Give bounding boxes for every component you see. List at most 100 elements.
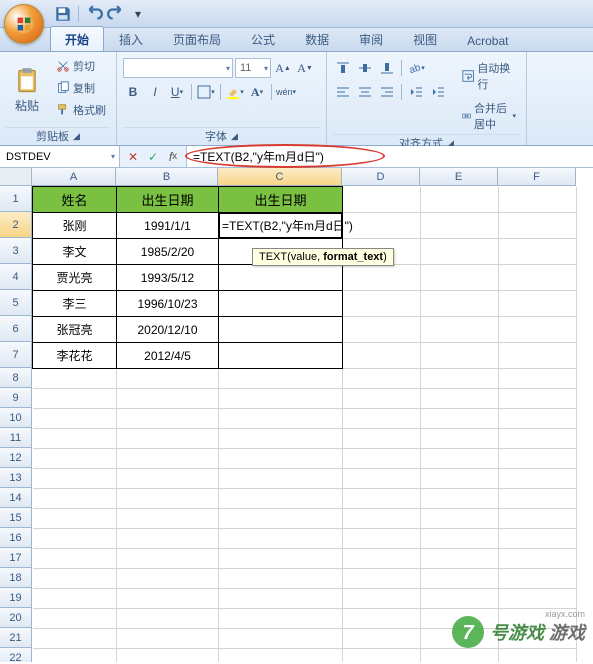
cell-A5[interactable]: 李三 — [33, 291, 117, 317]
row-header-19[interactable]: 19 — [0, 588, 32, 608]
cell-D5[interactable] — [343, 291, 421, 317]
cell-C8[interactable] — [219, 369, 343, 389]
row-header-20[interactable]: 20 — [0, 608, 32, 628]
copy-button[interactable]: 复制 — [52, 78, 110, 98]
cell-C12[interactable] — [219, 449, 343, 469]
cell-B9[interactable] — [117, 389, 219, 409]
cell-C11[interactable] — [219, 429, 343, 449]
cell-D15[interactable] — [343, 509, 421, 529]
cell-B22[interactable] — [117, 649, 219, 663]
row-header-10[interactable]: 10 — [0, 408, 32, 428]
format-painter-button[interactable]: 格式刷 — [52, 100, 110, 120]
cell-C21[interactable] — [219, 629, 343, 649]
name-box-dropdown-icon[interactable]: ▾ — [111, 152, 115, 161]
tab-acrobat[interactable]: Acrobat — [452, 29, 523, 51]
cell-F19[interactable] — [499, 589, 577, 609]
col-header-C[interactable]: C — [218, 168, 342, 186]
cell-A19[interactable] — [33, 589, 117, 609]
row-header-13[interactable]: 13 — [0, 468, 32, 488]
cell-E2[interactable] — [421, 213, 499, 239]
cell-C16[interactable] — [219, 529, 343, 549]
align-left-icon[interactable] — [333, 82, 353, 102]
tab-home[interactable]: 开始 — [50, 26, 104, 51]
font-color-button[interactable]: A▾ — [247, 82, 267, 102]
cell-B17[interactable] — [117, 549, 219, 569]
col-header-E[interactable]: E — [420, 168, 498, 186]
font-launcher-icon[interactable]: ◢ — [231, 131, 238, 142]
align-right-icon[interactable] — [377, 82, 397, 102]
row-header-18[interactable]: 18 — [0, 568, 32, 588]
row-header-11[interactable]: 11 — [0, 428, 32, 448]
align-bottom-icon[interactable] — [377, 58, 397, 78]
office-button[interactable] — [4, 4, 44, 44]
fill-color-button[interactable]: ▾ — [225, 82, 245, 102]
cell-D6[interactable] — [343, 317, 421, 343]
cell-E4[interactable] — [421, 265, 499, 291]
row-header-7[interactable]: 7 — [0, 342, 32, 368]
cell-F3[interactable] — [499, 239, 577, 265]
row-header-22[interactable]: 22 — [0, 648, 32, 662]
cell-F7[interactable] — [499, 343, 577, 369]
cell-B15[interactable] — [117, 509, 219, 529]
cell-F11[interactable] — [499, 429, 577, 449]
cell-F9[interactable] — [499, 389, 577, 409]
cell-E1[interactable] — [421, 187, 499, 213]
align-middle-icon[interactable] — [355, 58, 375, 78]
cell-C13[interactable] — [219, 469, 343, 489]
cell-A15[interactable] — [33, 509, 117, 529]
italic-button[interactable]: I — [145, 82, 165, 102]
cell-E7[interactable] — [421, 343, 499, 369]
tab-review[interactable]: 审阅 — [344, 26, 398, 51]
cell-F12[interactable] — [499, 449, 577, 469]
cell-A14[interactable] — [33, 489, 117, 509]
cell-D11[interactable] — [343, 429, 421, 449]
cell-A22[interactable] — [33, 649, 117, 663]
cell-A16[interactable] — [33, 529, 117, 549]
tab-formulas[interactable]: 公式 — [236, 26, 290, 51]
cell-D4[interactable] — [343, 265, 421, 291]
cell-B19[interactable] — [117, 589, 219, 609]
paste-button[interactable]: 粘贴 — [6, 54, 48, 127]
cell-B21[interactable] — [117, 629, 219, 649]
cell-F15[interactable] — [499, 509, 577, 529]
cell-A11[interactable] — [33, 429, 117, 449]
cell-E22[interactable] — [421, 649, 499, 663]
increase-indent-icon[interactable] — [428, 82, 448, 102]
row-header-3[interactable]: 3 — [0, 238, 32, 264]
cell-D7[interactable] — [343, 343, 421, 369]
cell-B5[interactable]: 1996/10/23 — [117, 291, 219, 317]
cell-A9[interactable] — [33, 389, 117, 409]
cut-button[interactable]: 剪切 — [52, 56, 110, 76]
cell-D14[interactable] — [343, 489, 421, 509]
border-button[interactable]: ▾ — [196, 82, 216, 102]
font-size-combo[interactable]: 11▾ — [235, 58, 271, 78]
cell-F17[interactable] — [499, 549, 577, 569]
grow-font-icon[interactable]: A▲ — [273, 58, 293, 78]
cell-C15[interactable] — [219, 509, 343, 529]
cell-E15[interactable] — [421, 509, 499, 529]
cell-D8[interactable] — [343, 369, 421, 389]
select-all-corner[interactable] — [0, 168, 32, 186]
cell-D16[interactable] — [343, 529, 421, 549]
row-header-2[interactable]: 2 — [0, 212, 32, 238]
cell-E9[interactable] — [421, 389, 499, 409]
cell-D12[interactable] — [343, 449, 421, 469]
col-header-B[interactable]: B — [116, 168, 218, 186]
cell-A17[interactable] — [33, 549, 117, 569]
cell-C18[interactable] — [219, 569, 343, 589]
cell-D21[interactable] — [343, 629, 421, 649]
bold-button[interactable]: B — [123, 82, 143, 102]
cell-F16[interactable] — [499, 529, 577, 549]
cell-E19[interactable] — [421, 589, 499, 609]
cell-D22[interactable] — [343, 649, 421, 663]
cell-D19[interactable] — [343, 589, 421, 609]
row-header-16[interactable]: 16 — [0, 528, 32, 548]
qat-more-icon[interactable]: ▾ — [129, 5, 147, 23]
cell-B10[interactable] — [117, 409, 219, 429]
row-header-12[interactable]: 12 — [0, 448, 32, 468]
cell-E18[interactable] — [421, 569, 499, 589]
align-top-icon[interactable] — [333, 58, 353, 78]
align-center-icon[interactable] — [355, 82, 375, 102]
cell-D13[interactable] — [343, 469, 421, 489]
cell-D2[interactable] — [343, 213, 421, 239]
